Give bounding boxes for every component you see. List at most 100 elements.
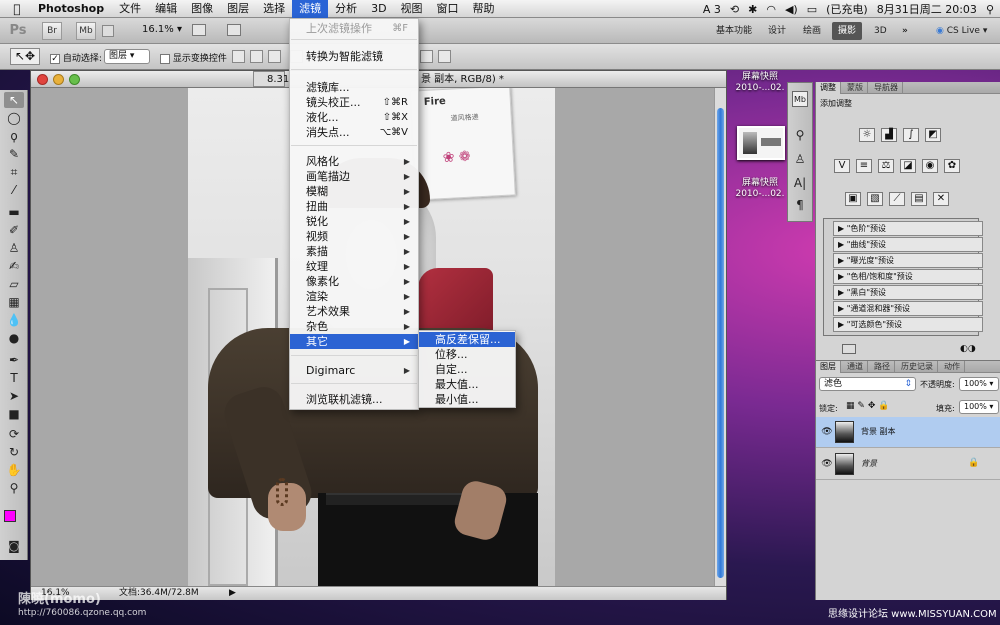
quick-select-tool-icon[interactable]: ✎ bbox=[4, 146, 24, 162]
layer-row-background[interactable]: 👁 背景 🔒 bbox=[816, 449, 1000, 480]
quick-mask-icon[interactable]: ◙ bbox=[4, 538, 24, 554]
preset-curves[interactable]: ▶ "曲线"预设 bbox=[833, 237, 983, 252]
hue-saturation-icon[interactable]: ≡ bbox=[856, 159, 872, 173]
bluetooth-icon[interactable]: ✱ bbox=[748, 3, 757, 16]
3d-orbit-tool-icon[interactable]: ↻ bbox=[4, 444, 24, 460]
align-bottom-icon[interactable] bbox=[268, 50, 281, 63]
desktop-snapshot-1-label[interactable]: 屏幕快照 2010-...02. bbox=[730, 72, 790, 94]
menu-layer[interactable]: 图层 bbox=[220, 0, 256, 18]
tab-masks[interactable]: 蒙版 bbox=[843, 82, 868, 94]
menu-item-filter-gallery[interactable]: 滤镜库... bbox=[290, 80, 418, 95]
exposure-icon[interactable]: ◩ bbox=[925, 128, 941, 142]
show-transform-checkbox[interactable]: 显示变换控件 bbox=[160, 51, 227, 64]
preset-exposure[interactable]: ▶ "曝光度"预设 bbox=[833, 253, 983, 268]
input-method-indicator[interactable]: A 3 bbox=[703, 3, 721, 16]
view-extras-icon[interactable] bbox=[102, 25, 114, 37]
preset-channel-mixer[interactable]: ▶ "通道混和器"预设 bbox=[833, 301, 983, 316]
submenu-item-minimum[interactable]: 最小值... bbox=[419, 392, 515, 407]
3d-rotate-tool-icon[interactable]: ⟳ bbox=[4, 426, 24, 442]
black-white-icon[interactable]: ◪ bbox=[900, 159, 916, 173]
battery-icon[interactable]: ▭ bbox=[807, 3, 817, 16]
eye-icon[interactable]: 👁 bbox=[821, 427, 833, 437]
tab-adjustments[interactable]: 调整 bbox=[816, 82, 841, 94]
arrange-documents-icon[interactable] bbox=[192, 24, 206, 36]
preset-hue-saturation[interactable]: ▶ "色相/饱和度"预设 bbox=[833, 269, 983, 284]
menu-item-pixelate[interactable]: 像素化 ▶ bbox=[290, 274, 418, 289]
tab-actions[interactable]: 动作 bbox=[940, 361, 965, 373]
lock-position-icon[interactable]: ✥ bbox=[868, 401, 876, 411]
auto-select-check[interactable]: ✓ bbox=[50, 53, 60, 64]
dodge-tool-icon[interactable]: ● bbox=[4, 330, 24, 346]
preset-black-white[interactable]: ▶ "黑白"预设 bbox=[833, 285, 983, 300]
workspace-essentials[interactable]: 基本功能 bbox=[710, 22, 758, 40]
menu-view[interactable]: 视图 bbox=[394, 0, 430, 18]
blur-tool-icon[interactable]: 💧 bbox=[4, 312, 24, 328]
submenu-item-maximum[interactable]: 最大值... bbox=[419, 377, 515, 392]
spotlight-icon[interactable]: ⚲ bbox=[986, 3, 994, 16]
healing-brush-tool-icon[interactable]: ▬ bbox=[4, 204, 24, 220]
volume-icon[interactable]: ◀) bbox=[785, 3, 798, 16]
menu-item-blur[interactable]: 模糊 ▶ bbox=[290, 184, 418, 199]
gradient-tool-icon[interactable]: ▦ bbox=[4, 294, 24, 310]
cs-live-button[interactable]: ◉ CS Live ▾ bbox=[930, 22, 993, 40]
menu-analysis[interactable]: 分析 bbox=[328, 0, 364, 18]
posterize-icon[interactable]: ▧ bbox=[867, 192, 883, 206]
layer-row-background-copy[interactable]: 👁 背景 副本 bbox=[816, 417, 1000, 448]
menu-item-stylize[interactable]: 风格化 ▶ bbox=[290, 154, 418, 169]
time-machine-icon[interactable]: ⟲ bbox=[730, 3, 739, 16]
align-top-icon[interactable] bbox=[232, 50, 245, 63]
blend-mode-dropdown[interactable]: 滤色 ⇕ bbox=[819, 377, 916, 391]
character-panel-icon[interactable]: A| bbox=[792, 175, 808, 191]
menu-item-sketch[interactable]: 素描 ▶ bbox=[290, 244, 418, 259]
screen-mode-icon[interactable] bbox=[227, 24, 241, 36]
workspace-3d[interactable]: 3D bbox=[868, 22, 893, 40]
menu-item-texture[interactable]: 纹理 ▶ bbox=[290, 259, 418, 274]
menu-3d[interactable]: 3D bbox=[364, 0, 393, 18]
apple-icon[interactable]:  bbox=[0, 2, 34, 16]
eyedropper-tool-icon[interactable]: ⁄ bbox=[4, 182, 24, 198]
align-vcenter-icon[interactable] bbox=[250, 50, 263, 63]
clock[interactable]: 8月31日周二 20:03 bbox=[877, 1, 977, 17]
brightness-contrast-icon[interactable]: ☼ bbox=[859, 128, 875, 142]
show-transform-check[interactable] bbox=[160, 53, 170, 64]
gradient-map-icon[interactable]: ▤ bbox=[911, 192, 927, 206]
levels-icon[interactable]: ▟ bbox=[881, 128, 897, 142]
menu-item-other[interactable]: 其它 ▶ bbox=[290, 334, 418, 349]
submenu-item-high-pass[interactable]: 高反差保留... bbox=[419, 332, 515, 347]
foreground-color-swatch[interactable] bbox=[4, 510, 16, 522]
close-icon[interactable] bbox=[37, 74, 48, 85]
menu-item-browse-online[interactable]: 浏览联机滤镜... bbox=[290, 392, 418, 407]
hand-tool-icon[interactable]: ✋ bbox=[4, 462, 24, 478]
distribute-horizontal-icon[interactable] bbox=[438, 50, 451, 63]
opacity-field[interactable]: 100% ▾ bbox=[959, 377, 999, 391]
workspace-painting[interactable]: 绘画 bbox=[797, 22, 827, 40]
menu-item-vanishing-point[interactable]: 消失点... ⌥⌘V bbox=[290, 125, 418, 140]
menu-item-distort[interactable]: 扭曲 ▶ bbox=[290, 199, 418, 214]
desktop-snapshot-2-thumbnail[interactable] bbox=[737, 126, 785, 160]
auto-select-dropdown[interactable]: 图层 ▾ bbox=[104, 49, 150, 64]
vibrance-icon[interactable]: V bbox=[834, 159, 850, 173]
app-name-menu[interactable]: Photoshop bbox=[34, 2, 112, 15]
crop-tool-icon[interactable]: ⌗ bbox=[4, 164, 24, 180]
auto-select-checkbox[interactable]: ✓ 自动选择: bbox=[50, 51, 102, 64]
menu-filter[interactable]: 滤镜 bbox=[292, 0, 329, 18]
minimize-icon[interactable] bbox=[53, 74, 64, 85]
menu-item-render[interactable]: 渲染 ▶ bbox=[290, 289, 418, 304]
fill-field[interactable]: 100% ▾ bbox=[959, 400, 999, 414]
bridge-button[interactable]: Br bbox=[42, 22, 62, 40]
eraser-tool-icon[interactable]: ▱ bbox=[4, 276, 24, 292]
type-tool-icon[interactable]: T bbox=[4, 370, 24, 386]
threshold-icon[interactable]: ⟋ bbox=[889, 192, 905, 206]
lock-all-icon[interactable]: 🔒 bbox=[878, 401, 889, 411]
workspace-design[interactable]: 设计 bbox=[762, 22, 792, 40]
menu-item-convert-smart-filter[interactable]: 转换为智能滤镜 bbox=[290, 49, 418, 64]
history-brush-tool-icon[interactable]: ✍ bbox=[4, 258, 24, 274]
menu-item-video[interactable]: 视频 ▶ bbox=[290, 229, 418, 244]
desktop-snapshot-2-label[interactable]: 屏幕快照 2010-...02. bbox=[730, 178, 790, 200]
clone-stamp-tool-icon[interactable]: ♙ bbox=[4, 240, 24, 256]
menu-item-sharpen[interactable]: 锐化 ▶ bbox=[290, 214, 418, 229]
zoom-tool-icon[interactable]: ⚲ bbox=[4, 480, 24, 496]
menu-file[interactable]: 文件 bbox=[112, 0, 148, 18]
wifi-icon[interactable]: ◠ bbox=[766, 3, 776, 16]
channel-mixer-icon[interactable]: ✿ bbox=[944, 159, 960, 173]
